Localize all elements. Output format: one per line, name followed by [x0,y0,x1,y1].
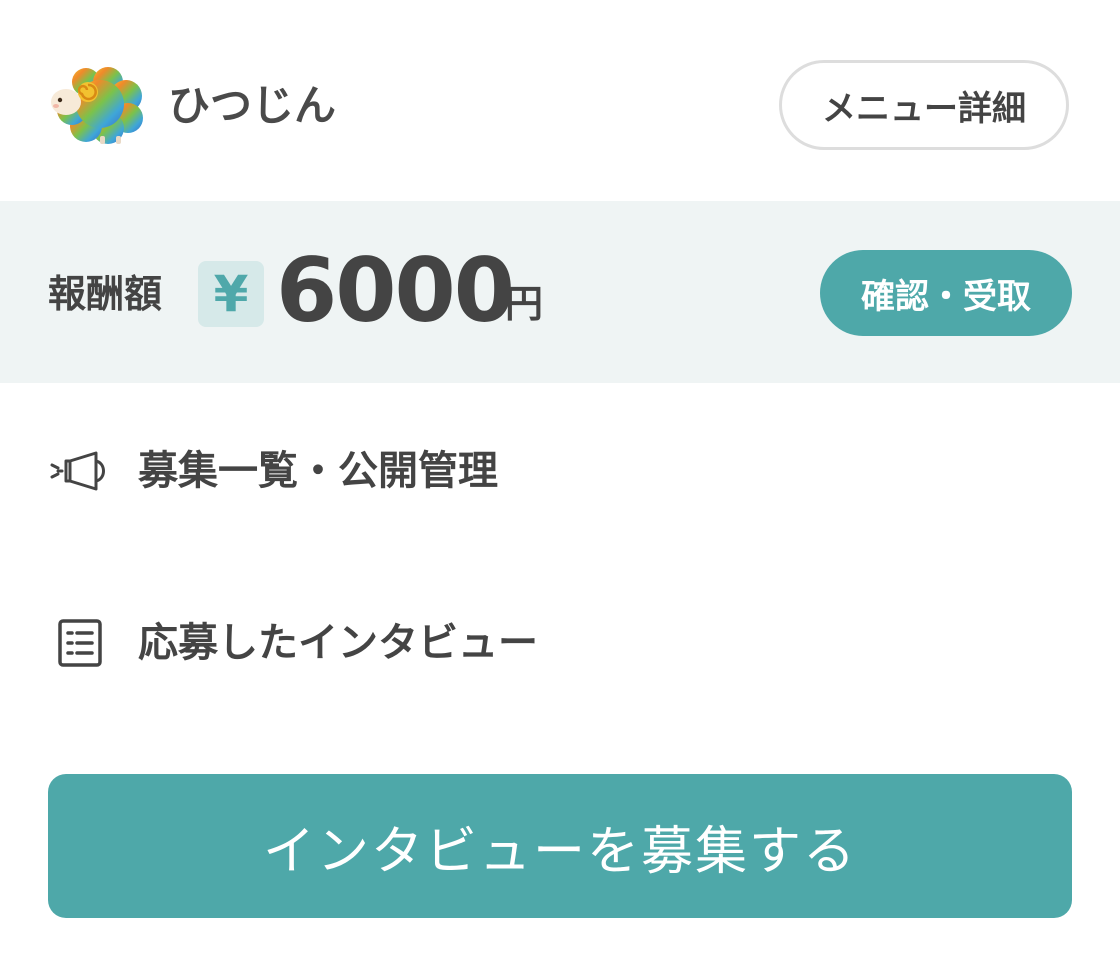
menu-item-recruitment-list[interactable]: 募集一覧・公開管理 [0,415,1120,525]
confirm-receive-button[interactable]: 確認・受取 [820,250,1072,336]
list-icon [50,615,108,671]
avatar[interactable] [46,66,144,146]
reward-section: 報酬額 ¥ 6000 円 確認・受取 [0,201,1120,383]
megaphone-icon [50,443,108,499]
menu-item-label: 応募したインタビュー [138,620,538,666]
sheep-avatar-icon [51,67,143,144]
header: ひつじん メニュー詳細 [0,0,1120,200]
reward-unit: 円 [505,282,544,326]
menu-item-applied-interviews[interactable]: 応募したインタビュー [0,587,1120,697]
menu-detail-button[interactable]: メニュー詳細 [779,60,1069,150]
reward-amount: 6000 [276,239,515,342]
menu-item-label: 募集一覧・公開管理 [138,448,498,494]
reward-label: 報酬額 [48,272,163,316]
username: ひつじん [168,81,337,130]
recruit-interview-button[interactable]: インタビューを募集する [48,774,1072,918]
yen-icon: ¥ [198,261,264,327]
